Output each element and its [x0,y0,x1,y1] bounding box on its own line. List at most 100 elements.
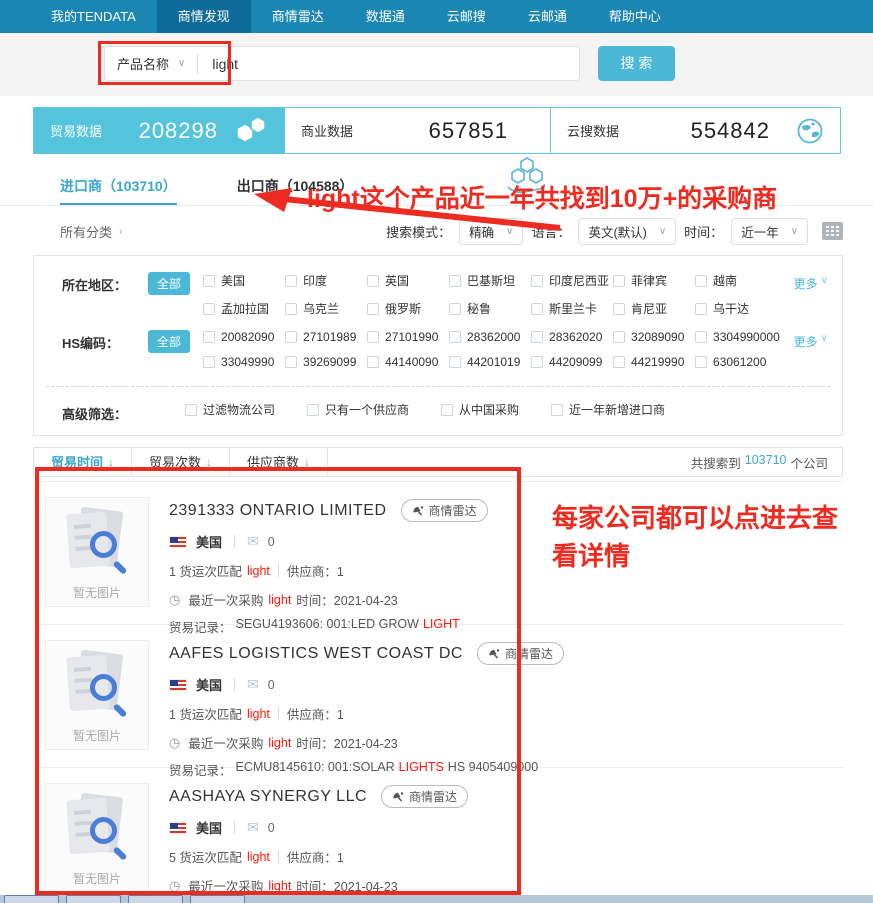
region-checkbox[interactable]: 巴基斯坦 [449,272,531,289]
stat-cloud-search-data[interactable]: 云搜数据 554842 [550,108,840,153]
checkbox-icon[interactable] [695,303,707,315]
region-checkbox[interactable]: 斯里兰卡 [531,300,613,317]
region-checkbox[interactable]: 印度尼西亚 [531,272,613,289]
taskbar-tab[interactable] [190,895,245,903]
checkbox-icon[interactable] [285,275,297,287]
checkbox-icon[interactable] [613,331,625,343]
checkbox-icon[interactable] [613,275,625,287]
tab-importers[interactable]: 进口商（103710） [60,164,177,205]
business-radar-button[interactable]: 商情雷达 [381,785,468,808]
checkbox-icon[interactable] [531,303,543,315]
sort-supplier-count[interactable]: 供应商数 ↓ [230,448,328,477]
hs-checkbox[interactable]: 33049990 [203,355,285,369]
sort-trade-time[interactable]: 贸易时间 ↓ [34,448,132,477]
stat-trade-data[interactable]: 贸易数据 208298 [34,108,284,153]
calendar-icon[interactable] [822,222,843,240]
hs-checkbox[interactable]: 32089090 [613,330,695,344]
checkbox-icon[interactable] [449,331,461,343]
region-checkbox[interactable]: 菲律宾 [613,272,695,289]
nav-item-cloud-mail-search[interactable]: 云邮搜 [426,0,507,33]
checkbox-icon[interactable] [441,404,453,416]
hs-checkbox[interactable]: 44209099 [531,355,613,369]
nav-item-help-center[interactable]: 帮助中心 [588,0,682,33]
checkbox-icon[interactable] [307,404,319,416]
hs-all-button[interactable]: 全部 [148,330,190,353]
hs-checkbox[interactable]: 44201019 [449,355,531,369]
search-button[interactable]: 搜 索 [598,46,675,81]
hs-checkbox[interactable]: 20082090 [203,330,285,344]
nav-item-business-discovery[interactable]: 商情发现 [157,0,251,33]
hs-more-link[interactable]: 更多 ∨ [794,330,828,380]
region-checkbox[interactable]: 肯尼亚 [613,300,695,317]
checkbox-icon[interactable] [367,356,379,368]
checkbox-icon[interactable] [185,404,197,416]
taskbar-tab[interactable] [128,895,183,903]
advanced-checkbox[interactable]: 近一年新增进口商 [551,401,665,418]
hs-checkbox[interactable]: 39269099 [285,355,367,369]
nav-item-cloud-mail-link[interactable]: 云邮通 [507,0,588,33]
checkbox-icon[interactable] [531,331,543,343]
company-name[interactable]: AASHAYA SYNERGY LLC [169,788,367,806]
checkbox-icon[interactable] [449,275,461,287]
checkbox-icon[interactable] [695,331,707,343]
checkbox-icon[interactable] [285,331,297,343]
region-checkbox[interactable]: 越南 [695,272,777,289]
checkbox-icon[interactable] [367,331,379,343]
business-radar-button[interactable]: 商情雷达 [477,642,564,665]
company-card[interactable]: 暂无图片 AASHAYA SYNERGY LLC 商情雷达 美国 ✉ 0 5 货… [33,768,843,903]
sort-trade-count[interactable]: 贸易次数 ↓ [132,448,230,477]
region-all-button[interactable]: 全部 [148,272,190,295]
checkbox-icon[interactable] [531,356,543,368]
nav-item-my-tendata[interactable]: 我的TENDATA [30,0,157,33]
region-checkbox[interactable]: 印度 [285,272,367,289]
stat-business-data[interactable]: 商业数据 657851 [284,108,550,153]
checkbox-icon[interactable] [203,275,215,287]
advanced-checkbox[interactable]: 过滤物流公司 [185,401,275,418]
region-checkbox[interactable]: 英国 [367,272,449,289]
search-input[interactable] [198,56,579,72]
time-select[interactable]: 近一年 ∨ [731,218,808,245]
hs-checkbox[interactable]: 63061200 [695,355,777,369]
region-more-link[interactable]: 更多 ∨ [794,272,828,328]
hs-checkbox[interactable]: 27101990 [367,330,449,344]
checkbox-icon[interactable] [203,356,215,368]
advanced-checkbox[interactable]: 从中国采购 [441,401,519,418]
nav-item-business-radar[interactable]: 商情雷达 [251,0,345,33]
checkbox-icon[interactable] [695,356,707,368]
hs-checkbox[interactable]: 27101989 [285,330,367,344]
region-checkbox[interactable]: 秘鲁 [449,300,531,317]
company-card[interactable]: 暂无图片 AAFES LOGISTICS WEST COAST DC 商情雷达 … [33,625,843,768]
region-checkbox[interactable]: 孟加拉国 [203,300,285,317]
search-mode-select[interactable]: 精确 ∨ [459,218,523,245]
checkbox-icon[interactable] [203,303,215,315]
region-checkbox[interactable]: 乌干达 [695,300,777,317]
checkbox-icon[interactable] [613,303,625,315]
company-name[interactable]: AAFES LOGISTICS WEST COAST DC [169,645,463,663]
checkbox-icon[interactable] [367,303,379,315]
checkbox-icon[interactable] [285,356,297,368]
checkbox-icon[interactable] [367,275,379,287]
hs-checkbox[interactable]: 28362000 [449,330,531,344]
checkbox-icon[interactable] [449,303,461,315]
hs-checkbox[interactable]: 28362020 [531,330,613,344]
region-checkbox[interactable]: 乌克兰 [285,300,367,317]
checkbox-icon[interactable] [449,356,461,368]
region-checkbox[interactable]: 俄罗斯 [367,300,449,317]
taskbar-tab[interactable] [66,895,121,903]
advanced-checkbox[interactable]: 只有一个供应商 [307,401,409,418]
taskbar-tab[interactable] [4,895,59,903]
company-name[interactable]: 2391333 ONTARIO LIMITED [169,502,387,520]
language-select[interactable]: 英文(默认) ∨ [578,218,676,245]
checkbox-icon[interactable] [531,275,543,287]
nav-item-data-link[interactable]: 数据通 [345,0,426,33]
checkbox-icon[interactable] [285,303,297,315]
checkbox-icon[interactable] [203,331,215,343]
business-radar-button[interactable]: 商情雷达 [401,499,488,522]
breadcrumb-all-categories[interactable]: 所有分类 › [60,222,122,241]
checkbox-icon[interactable] [695,275,707,287]
checkbox-icon[interactable] [551,404,563,416]
hs-checkbox[interactable]: 44219990 [613,355,695,369]
region-checkbox[interactable]: 美国 [203,272,285,289]
checkbox-icon[interactable] [613,356,625,368]
hs-checkbox[interactable]: 44140090 [367,355,449,369]
